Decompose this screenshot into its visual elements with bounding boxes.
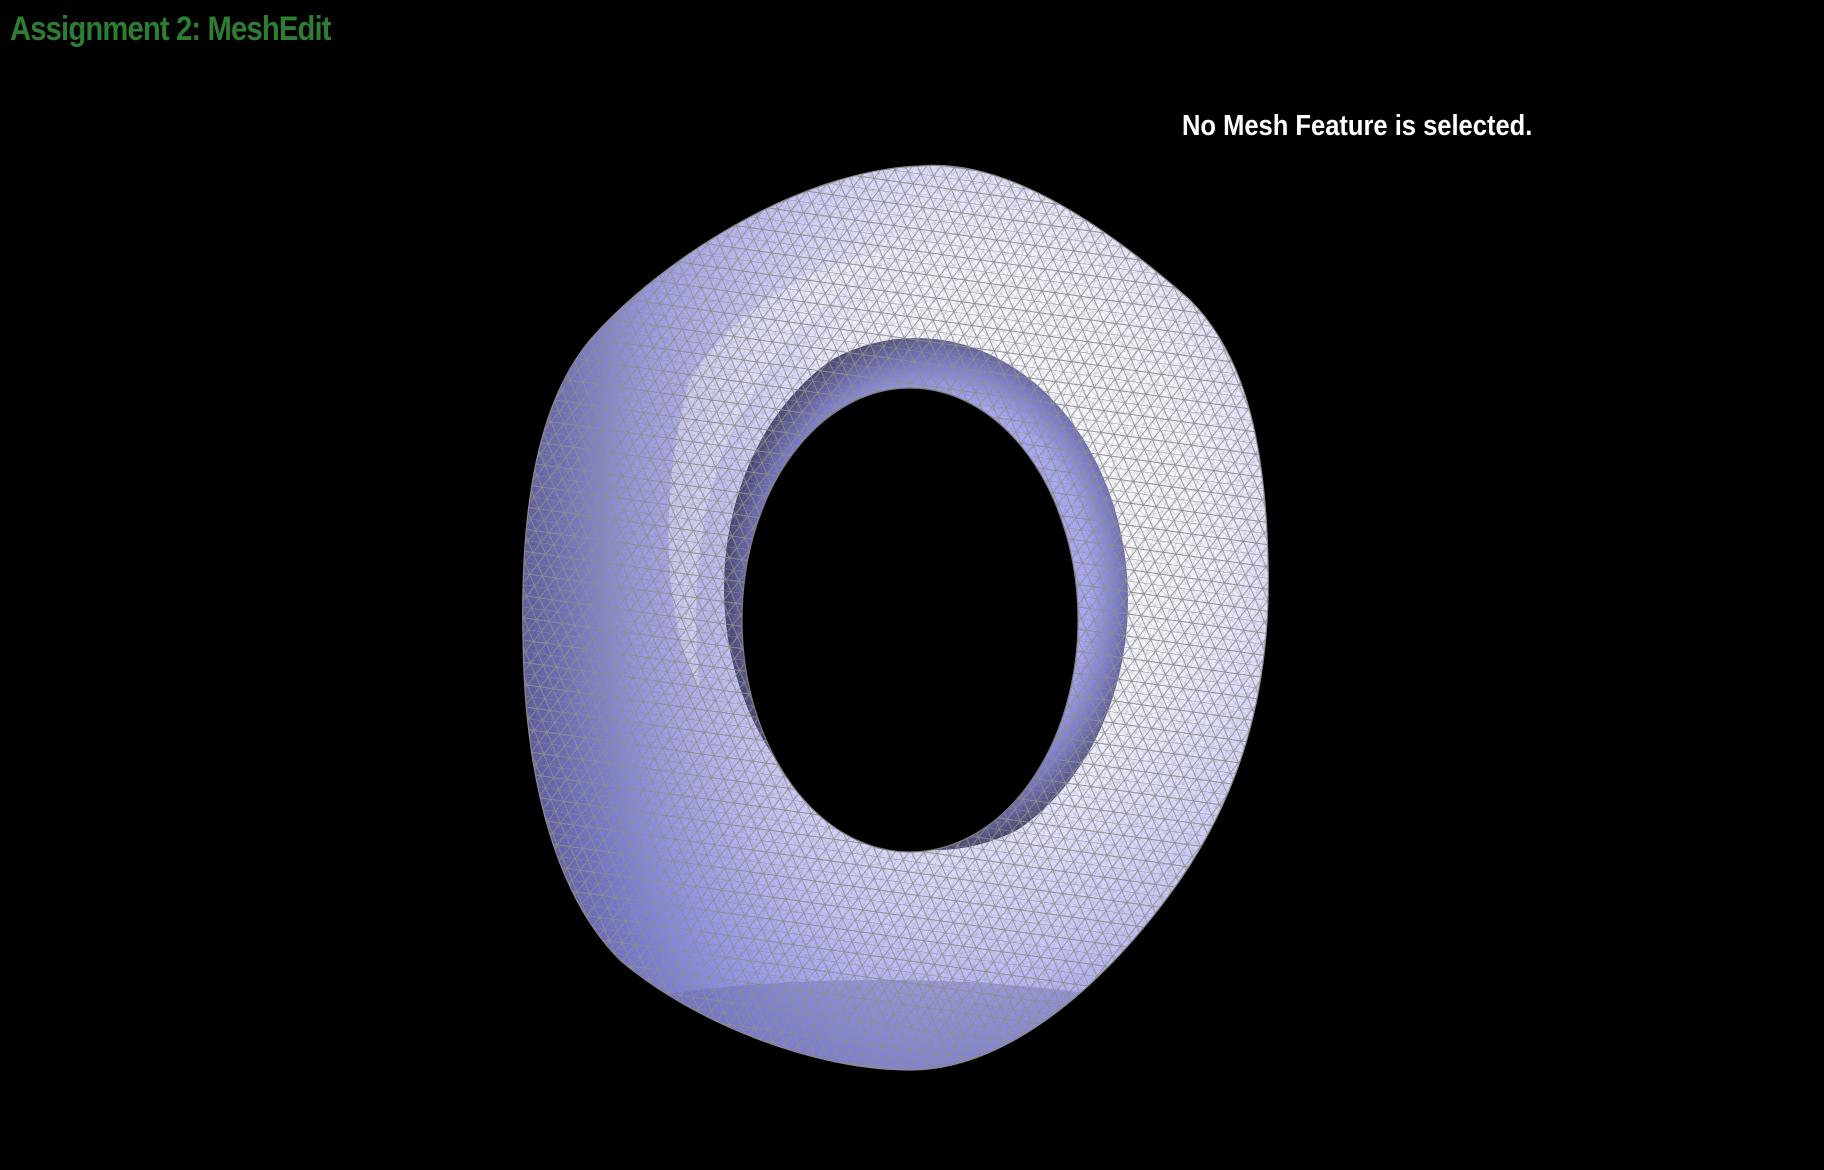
- torus-mesh[interactable]: [0, 0, 1824, 1170]
- mesh-viewport[interactable]: Assignment 2: MeshEdit No Mesh Feature i…: [0, 0, 1824, 1170]
- selection-status: No Mesh Feature is selected.: [1182, 110, 1533, 142]
- app-title: Assignment 2: MeshEdit: [10, 10, 332, 48]
